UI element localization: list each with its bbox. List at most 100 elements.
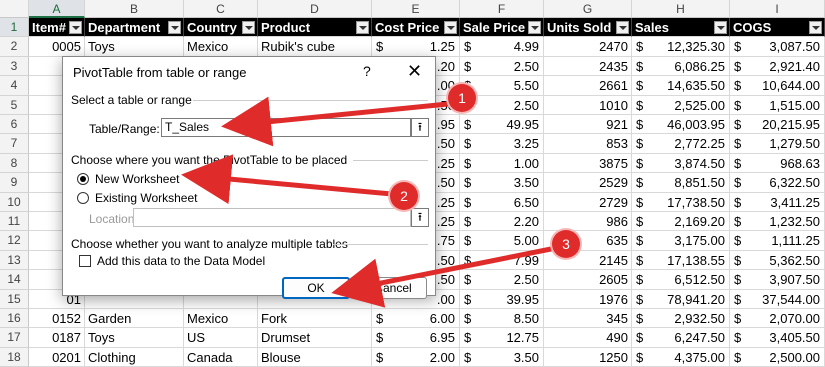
row-header[interactable]: 12 (0, 231, 29, 251)
table-cell[interactable]: $1.00 (460, 153, 544, 174)
filter-dropdown-icon[interactable] (356, 21, 369, 34)
table-cell[interactable]: $6,086.25 (632, 56, 730, 77)
table-cell[interactable]: Drumset (258, 328, 372, 348)
column-header-i[interactable]: I (730, 0, 825, 18)
table-header-cell[interactable]: Country (184, 18, 258, 38)
table-cell[interactable]: 2729 (544, 192, 632, 212)
existing-worksheet-label[interactable]: Existing Worksheet (95, 191, 198, 205)
filter-dropdown-icon[interactable] (242, 21, 255, 34)
table-cell[interactable]: $2,070.00 (730, 309, 825, 329)
filter-dropdown-icon[interactable] (616, 21, 629, 34)
table-cell[interactable]: Fork (258, 309, 372, 329)
collapse-location-icon[interactable]: ⭱ (411, 208, 429, 227)
row-header[interactable]: 17 (0, 328, 29, 348)
table-cell[interactable]: $5.00 (460, 231, 544, 251)
data-model-label[interactable]: Add this data to the Data Model (97, 254, 265, 268)
table-cell[interactable]: 986 (544, 212, 632, 232)
table-cell[interactable]: $78,941.20 (632, 289, 730, 309)
row-header[interactable]: 6 (0, 115, 29, 135)
data-model-checkbox[interactable] (79, 255, 91, 267)
table-cell[interactable]: $2.50 (460, 56, 544, 77)
table-cell[interactable]: 2435 (544, 56, 632, 77)
filter-dropdown-icon[interactable] (168, 21, 181, 34)
table-cell[interactable]: $12.75 (460, 328, 544, 348)
table-cell[interactable]: $3,907.50 (730, 270, 825, 290)
filter-dropdown-icon[interactable] (444, 21, 457, 34)
table-cell[interactable]: US (184, 328, 258, 348)
row-header[interactable]: 5 (0, 95, 29, 115)
table-cell[interactable]: $3.25 (460, 134, 544, 154)
table-cell[interactable]: $7.99 (460, 250, 544, 271)
table-cell[interactable]: $3,411.25 (730, 192, 825, 212)
table-cell[interactable]: Mexico (184, 37, 258, 57)
table-cell[interactable]: $20,215.95 (730, 115, 825, 135)
table-cell[interactable]: $6,512.50 (632, 270, 730, 290)
table-cell[interactable]: $1,111.25 (730, 231, 825, 251)
column-header-d[interactable]: D (258, 0, 372, 18)
table-header-cell[interactable]: COGS (730, 18, 825, 38)
table-cell[interactable]: $4.99 (460, 37, 544, 57)
table-cell[interactable]: 0201 (29, 347, 85, 367)
table-cell[interactable]: Canada (184, 347, 258, 367)
row-header[interactable]: 14 (0, 270, 29, 290)
table-header-cell[interactable]: Item# (29, 18, 85, 38)
row-header[interactable]: 3 (0, 56, 29, 77)
table-cell[interactable]: $1,515.00 (730, 95, 825, 115)
table-cell[interactable]: $1.25 (372, 37, 460, 57)
table-cell[interactable]: $17,138.55 (632, 250, 730, 271)
table-cell[interactable]: 853 (544, 134, 632, 154)
table-cell[interactable]: 0005 (29, 37, 85, 57)
table-header-cell[interactable]: Units Sold (544, 18, 632, 38)
row-header[interactable]: 13 (0, 250, 29, 271)
table-cell[interactable]: $46,003.95 (632, 115, 730, 135)
table-cell[interactable]: $12,325.30 (632, 37, 730, 57)
row-header[interactable]: 10 (0, 192, 29, 212)
row-header[interactable]: 18 (0, 347, 29, 367)
row-header[interactable]: 8 (0, 153, 29, 174)
row-header[interactable]: 2 (0, 37, 29, 57)
table-cell[interactable]: 0152 (29, 309, 85, 329)
table-cell[interactable]: $2,169.20 (632, 212, 730, 232)
column-header-c[interactable]: C (184, 0, 258, 18)
filter-dropdown-icon[interactable] (714, 21, 727, 34)
table-cell[interactable]: 2470 (544, 37, 632, 57)
row-header[interactable]: 4 (0, 76, 29, 96)
table-cell[interactable]: $3,087.50 (730, 37, 825, 57)
table-cell[interactable]: 2605 (544, 270, 632, 290)
table-cell[interactable]: Mexico (184, 309, 258, 329)
table-cell[interactable]: Clothing (85, 347, 184, 367)
table-header-cell[interactable]: Sales (632, 18, 730, 38)
row-header[interactable]: 7 (0, 134, 29, 154)
filter-dropdown-icon[interactable] (528, 21, 541, 34)
table-cell[interactable]: $6.95 (372, 328, 460, 348)
new-worksheet-label[interactable]: New Worksheet (95, 172, 179, 186)
row-header[interactable]: 9 (0, 173, 29, 193)
table-cell[interactable]: 1976 (544, 289, 632, 309)
table-cell[interactable]: $2,921.40 (730, 56, 825, 77)
existing-worksheet-radio[interactable] (77, 192, 89, 204)
table-cell[interactable]: $6,247.50 (632, 328, 730, 348)
select-all-corner[interactable] (0, 0, 29, 18)
table-cell[interactable]: $2.20 (460, 212, 544, 232)
collapse-range-icon[interactable]: ⭱ (411, 118, 429, 137)
row-header[interactable]: 15 (0, 289, 29, 309)
table-cell[interactable]: $8,851.50 (632, 173, 730, 193)
table-header-cell[interactable]: Department (85, 18, 184, 38)
filter-dropdown-icon[interactable] (809, 21, 822, 34)
table-cell[interactable]: 921 (544, 115, 632, 135)
ok-button[interactable]: OK (282, 277, 350, 299)
table-cell[interactable]: 0187 (29, 328, 85, 348)
table-header-cell[interactable]: Product (258, 18, 372, 38)
table-cell[interactable]: $3,405.50 (730, 328, 825, 348)
table-cell[interactable]: $2,500.00 (730, 347, 825, 367)
cancel-button[interactable]: Cancel (359, 277, 427, 299)
column-header-f[interactable]: F (460, 0, 544, 18)
table-cell[interactable]: $1,232.50 (730, 212, 825, 232)
table-cell[interactable]: Toys (85, 37, 184, 57)
table-cell[interactable]: $6,322.50 (730, 173, 825, 193)
table-range-input[interactable]: T_Sales (161, 118, 411, 137)
table-cell[interactable]: $8.50 (460, 309, 544, 329)
table-cell[interactable]: $2,772.25 (632, 134, 730, 154)
table-cell[interactable]: 1010 (544, 95, 632, 115)
row-header[interactable]: 11 (0, 212, 29, 232)
